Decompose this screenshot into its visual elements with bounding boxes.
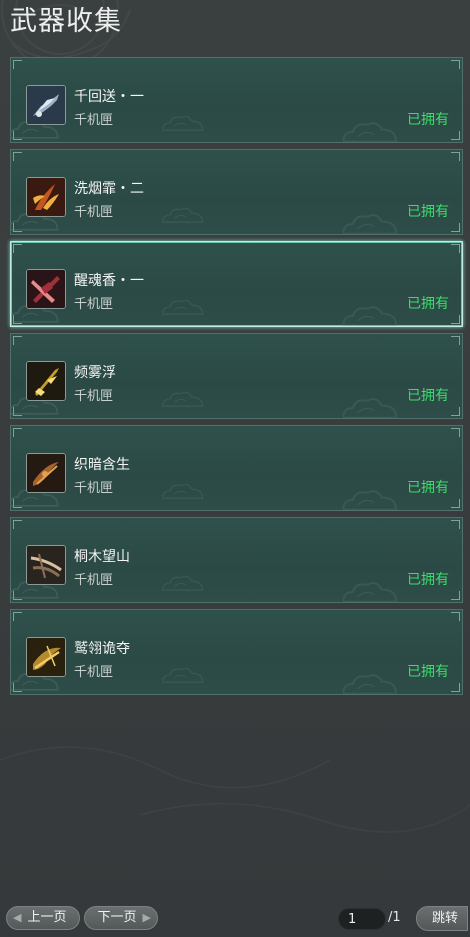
card-corner-ornament (451, 152, 460, 161)
card-corner-ornament (451, 223, 460, 232)
weapon-list: 千回送・一 千机匣 已拥有 洗烟霏・二 千机匣 已拥有 醒魂香・一 千机匣 已拥有 频雾浮 千机匣已… (10, 57, 463, 701)
card-corner-ornament (13, 520, 22, 529)
card-corner-ornament (451, 60, 460, 69)
cloud-ornament (162, 207, 204, 223)
ownership-status: 已拥有 (407, 296, 449, 312)
card-corner-ornament (13, 315, 22, 324)
card-corner-ornament (451, 407, 460, 416)
card-corner-ornament (13, 336, 22, 345)
cloud-ornament (342, 306, 398, 326)
cloud-ornament (342, 214, 398, 234)
card-corner-ornament (451, 499, 460, 508)
card-corner-ornament (13, 131, 22, 140)
weapon-name: 洗烟霏・二 (74, 181, 144, 197)
cloud-ornament (162, 391, 204, 407)
card-corner-ornament (13, 152, 22, 161)
ownership-status: 已拥有 (407, 480, 449, 496)
ownership-status: 已拥有 (407, 204, 449, 220)
weapon-name: 千回送・一 (74, 89, 144, 105)
weapon-source: 千机匣 (74, 113, 114, 128)
weapon-name: 频雾浮 (74, 365, 116, 381)
card-corner-ornament (13, 428, 22, 437)
card-corner-ornament (13, 683, 22, 692)
cloud-ornament (162, 299, 204, 315)
page-total: /1 (388, 910, 401, 925)
page-input-wrapper (338, 908, 392, 930)
weapon-list-item[interactable]: 洗烟霏・二千机匣 已拥有 (10, 149, 463, 235)
weapon-source: 千机匣 (74, 665, 114, 680)
weapon-list-item[interactable]: 醒魂香・一千机匣 已拥有 (10, 241, 463, 327)
cloud-ornament (342, 398, 398, 418)
weapon-name: 桐木望山 (74, 549, 130, 565)
card-corner-ornament (13, 591, 22, 600)
cloud-ornament (162, 667, 204, 683)
jump-button[interactable]: 跳转 (416, 906, 468, 931)
cloud-ornament (162, 575, 204, 591)
weapon-flame-claw-icon (26, 177, 66, 217)
weapon-name: 醒魂香・一 (74, 273, 144, 289)
weapon-source: 千机匣 (74, 297, 114, 312)
weapon-list-item[interactable]: 千回送・一千机匣 已拥有 (10, 57, 463, 143)
cloud-ornament (342, 122, 398, 142)
cloud-ornament (342, 582, 398, 602)
weapon-source: 千机匣 (74, 481, 114, 496)
weapon-name: 鹫翎诡夺 (74, 641, 130, 657)
card-corner-ornament (451, 520, 460, 529)
card-corner-ornament (13, 499, 22, 508)
card-corner-ornament (13, 612, 22, 621)
card-corner-ornament (13, 244, 22, 253)
cloud-ornament (162, 115, 204, 131)
weapon-source: 千机匣 (74, 205, 114, 220)
cloud-ornament (342, 674, 398, 694)
weapon-gold-crossbow-icon (26, 637, 66, 677)
prev-page-button[interactable]: ◀ 上一页 (6, 906, 80, 930)
weapon-silver-claw-icon (26, 85, 66, 125)
weapon-crimson-blade-icon (26, 269, 66, 309)
chevron-left-icon: ◀ (13, 911, 22, 924)
weapon-list-item[interactable]: 频雾浮千机匣 已拥有 (10, 333, 463, 419)
ownership-status: 已拥有 (407, 572, 449, 588)
weapon-list-item[interactable]: 桐木望山千机匣 已拥有 (10, 517, 463, 603)
card-corner-ornament (13, 223, 22, 232)
card-corner-ornament (451, 428, 460, 437)
ownership-status: 已拥有 (407, 388, 449, 404)
card-corner-ornament (451, 336, 460, 345)
pagination-bar: ◀ 上一页 下一页 ▶ /1 跳转 (0, 900, 470, 934)
page-number-input[interactable] (339, 909, 392, 929)
weapon-list-item[interactable]: 织暗含生千机匣 已拥有 (10, 425, 463, 511)
chevron-right-icon: ▶ (142, 911, 151, 924)
cloud-ornament (342, 490, 398, 510)
weapon-source: 千机匣 (74, 389, 114, 404)
weapon-list-item[interactable]: 鹫翎诡夺千机匣 已拥有 (10, 609, 463, 695)
card-corner-ornament (451, 315, 460, 324)
cloud-ornament (162, 483, 204, 499)
weapon-wooden-crossbow-icon (26, 545, 66, 585)
card-corner-ornament (13, 60, 22, 69)
card-corner-ornament (13, 407, 22, 416)
page-title: 武器收集 (10, 6, 122, 37)
weapon-name: 织暗含生 (74, 457, 130, 473)
card-corner-ornament (451, 591, 460, 600)
card-corner-ornament (451, 683, 460, 692)
card-corner-ornament (451, 131, 460, 140)
card-corner-ornament (451, 244, 460, 253)
prev-page-label: 上一页 (27, 910, 67, 925)
weapon-source: 千机匣 (74, 573, 114, 588)
ownership-status: 已拥有 (407, 664, 449, 680)
weapon-golden-sword-icon (26, 361, 66, 401)
card-corner-ornament (451, 612, 460, 621)
ownership-status: 已拥有 (407, 112, 449, 128)
next-page-label: 下一页 (97, 910, 137, 925)
next-page-button[interactable]: 下一页 ▶ (84, 906, 158, 930)
weapon-bronze-crossbow-icon (26, 453, 66, 493)
